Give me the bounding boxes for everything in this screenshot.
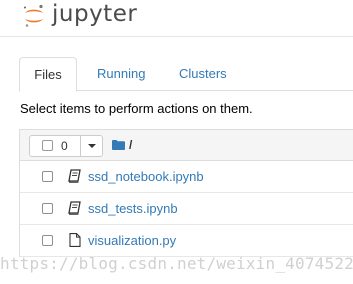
- selected-count: 0: [61, 139, 68, 153]
- list-item[interactable]: ssd_notebook.ipynb: [19, 161, 353, 193]
- watermark-text: https://blog.csdn.net/weixin_40745221: [0, 254, 353, 273]
- tab-clusters[interactable]: Clusters: [179, 57, 227, 90]
- row-checkbox[interactable]: [42, 235, 53, 246]
- select-all-checkbox[interactable]: [42, 140, 53, 151]
- file-list: 0 / ssd_notebook.ipynb ssd_tests.ipynb v…: [19, 129, 353, 262]
- list-item[interactable]: ssd_tests.ipynb: [19, 193, 353, 225]
- instructions-text: Select items to perform actions on them.: [20, 101, 253, 116]
- tab-files[interactable]: Files: [19, 57, 77, 92]
- file-link[interactable]: ssd_notebook.ipynb: [88, 169, 204, 184]
- file-link[interactable]: visualization.py: [88, 233, 176, 248]
- header: jupyter: [0, 0, 353, 36]
- row-checkbox[interactable]: [42, 171, 53, 182]
- breadcrumb-path[interactable]: /: [129, 138, 132, 152]
- tab-running[interactable]: Running: [97, 57, 145, 90]
- jupyter-logo-icon[interactable]: [22, 4, 46, 28]
- folder-icon[interactable]: [112, 140, 125, 150]
- logo-text[interactable]: jupyter: [52, 1, 137, 27]
- select-divider: [80, 136, 81, 156]
- header-divider: [0, 36, 353, 37]
- tab-bar: Files Running Clusters: [19, 57, 353, 92]
- list-item[interactable]: visualization.py: [19, 225, 353, 257]
- notebook-icon: [68, 201, 81, 215]
- file-link[interactable]: ssd_tests.ipynb: [88, 201, 178, 216]
- row-checkbox[interactable]: [42, 203, 53, 214]
- file-icon: [69, 233, 81, 247]
- notebook-icon: [68, 169, 81, 183]
- chevron-down-icon[interactable]: [88, 144, 96, 148]
- file-list-header: 0 /: [19, 129, 353, 161]
- select-all-control: 0: [29, 135, 103, 157]
